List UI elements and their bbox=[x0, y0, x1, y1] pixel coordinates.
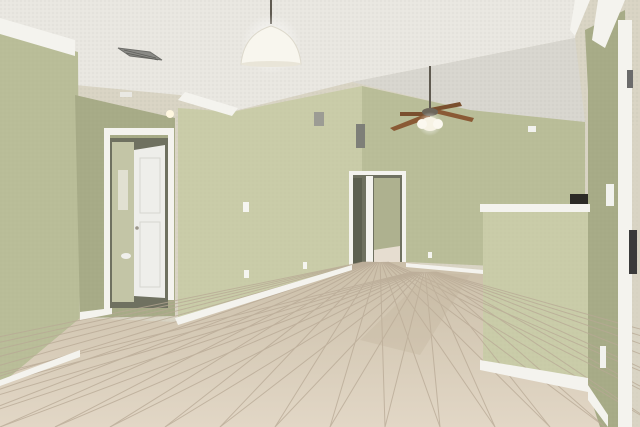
door-hinge-icon bbox=[627, 70, 633, 88]
half-wall-cap bbox=[480, 204, 590, 212]
outlet bbox=[244, 270, 249, 278]
wall-vent-small-icon bbox=[314, 112, 324, 126]
light-switch[interactable] bbox=[243, 202, 249, 212]
thermostat bbox=[528, 126, 536, 132]
door-casing-left bbox=[104, 130, 110, 312]
light-switch-right[interactable] bbox=[606, 184, 614, 206]
bathroom-door[interactable] bbox=[134, 145, 165, 298]
outlet bbox=[303, 262, 307, 269]
back-door-casing-right bbox=[402, 171, 406, 265]
room-photo bbox=[0, 0, 640, 427]
small-object bbox=[570, 194, 588, 204]
back-doorway bbox=[352, 174, 402, 264]
outlet bbox=[428, 252, 432, 258]
recessed-light-icon bbox=[166, 110, 174, 118]
wall-vent-icon bbox=[356, 124, 365, 148]
back-door-casing-top bbox=[349, 171, 406, 175]
room-illustration bbox=[0, 0, 640, 427]
smoke-detector-icon bbox=[120, 92, 132, 97]
back-door-casing-inner bbox=[366, 176, 373, 262]
door-casing-top bbox=[104, 128, 174, 135]
door-casing-right bbox=[168, 132, 174, 300]
door-handle[interactable] bbox=[629, 230, 637, 274]
outlet-right bbox=[600, 346, 606, 368]
back-door-casing-left bbox=[349, 171, 353, 265]
